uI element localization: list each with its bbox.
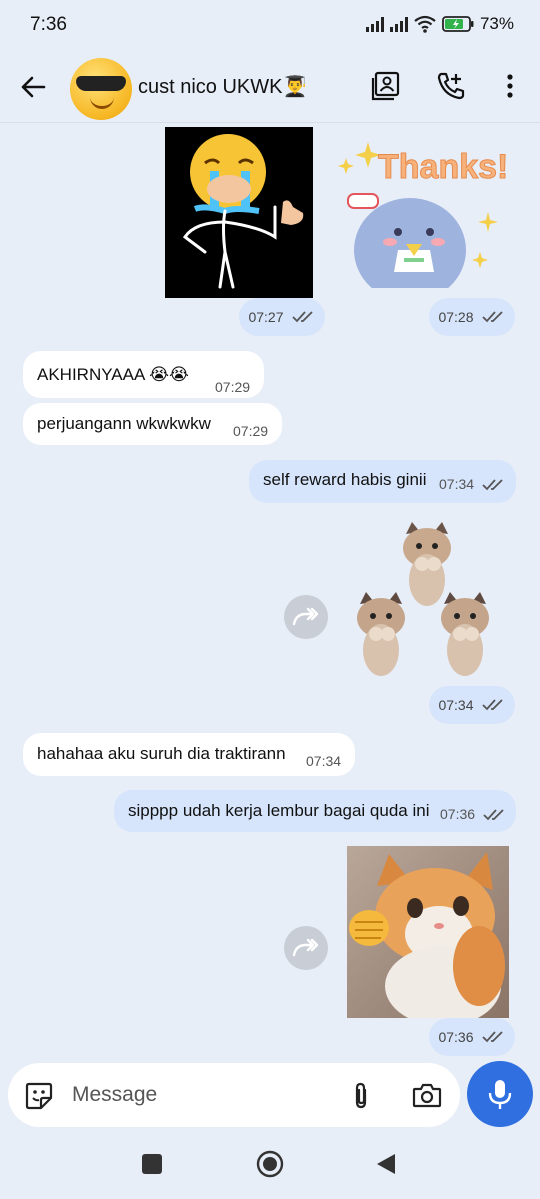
message-time: 07:34 (439, 476, 506, 492)
status-time: 7:36 (30, 14, 67, 35)
forward-button[interactable] (284, 926, 328, 970)
status-bar: 7:36 73% (0, 0, 540, 50)
read-ticks-icon (483, 809, 504, 821)
crying-emoji-sticker[interactable] (165, 127, 313, 298)
message-time: 07:29 (215, 379, 251, 395)
message-time: 07:34 (306, 753, 342, 769)
forward-button[interactable] (284, 595, 328, 639)
sunglasses-emoji-detail (76, 76, 126, 91)
message-text: sipppp udah kerja lembur bagai quda ini (128, 801, 430, 820)
read-ticks-icon (482, 479, 503, 491)
contact-card-icon[interactable] (370, 70, 402, 102)
battery-percent: 73% (479, 14, 514, 33)
kittens-sticker[interactable] (352, 520, 512, 682)
sticker-icon[interactable] (24, 1081, 54, 1111)
message-text: AKHIRNYAAA 😭😭 (37, 365, 189, 384)
signal-icon (365, 16, 384, 32)
read-ticks-icon (481, 311, 503, 323)
message-time-chip: 07:27 (239, 298, 325, 336)
microphone-icon (488, 1080, 512, 1109)
home-button[interactable] (256, 1150, 284, 1178)
attach-icon[interactable] (350, 1081, 372, 1111)
message-time-chip: 07:28 (429, 298, 515, 336)
forward-icon (292, 938, 319, 957)
incoming-message[interactable]: perjuangann wkwkwkw 07:29 (23, 403, 282, 445)
message-time: 07:36 (440, 806, 507, 822)
contact-avatar[interactable] (70, 58, 132, 120)
wifi-icon (414, 15, 436, 33)
cat-punch-sticker[interactable] (347, 846, 509, 1018)
status-icons: 73% (365, 14, 514, 34)
incoming-message[interactable]: hahahaa aku suruh dia traktirann 07:34 (23, 733, 355, 776)
signal-icon-2 (389, 16, 408, 32)
add-call-icon[interactable] (435, 70, 467, 102)
message-text: self reward habis ginii (263, 470, 427, 489)
read-ticks-icon (481, 699, 503, 711)
forward-icon (292, 607, 319, 626)
recents-button[interactable] (142, 1154, 162, 1174)
battery-icon (442, 16, 474, 32)
system-nav-bar (0, 1133, 540, 1199)
message-time-chip: 07:36 (429, 1018, 515, 1056)
message-composer[interactable]: Message (8, 1063, 460, 1127)
message-input[interactable]: Message (72, 1083, 157, 1107)
outgoing-message[interactable]: self reward habis ginii 07:34 (249, 460, 516, 503)
voice-record-button[interactable] (467, 1061, 533, 1127)
chat-header: cust nico UKWK👨‍🎓 (0, 50, 540, 123)
thanks-text: Thanks! (378, 148, 508, 186)
thanks-penguin-sticker[interactable]: Thanks! (338, 132, 514, 288)
camera-icon[interactable] (412, 1082, 442, 1108)
contact-name[interactable]: cust nico UKWK👨‍🎓 (138, 74, 307, 99)
message-text: hahahaa aku suruh dia traktirann (37, 744, 286, 763)
read-ticks-icon (291, 311, 313, 323)
incoming-message[interactable]: AKHIRNYAAA 😭😭 07:29 (23, 351, 264, 398)
back-button[interactable] (375, 1152, 397, 1176)
message-text: perjuangann wkwkwkw (37, 414, 211, 433)
message-time-chip: 07:34 (429, 686, 515, 724)
message-time: 07:29 (233, 423, 269, 439)
more-options-icon[interactable] (494, 70, 526, 102)
back-arrow-icon[interactable] (18, 72, 48, 102)
outgoing-message[interactable]: sipppp udah kerja lembur bagai quda ini … (114, 790, 516, 832)
read-ticks-icon (481, 1031, 503, 1043)
